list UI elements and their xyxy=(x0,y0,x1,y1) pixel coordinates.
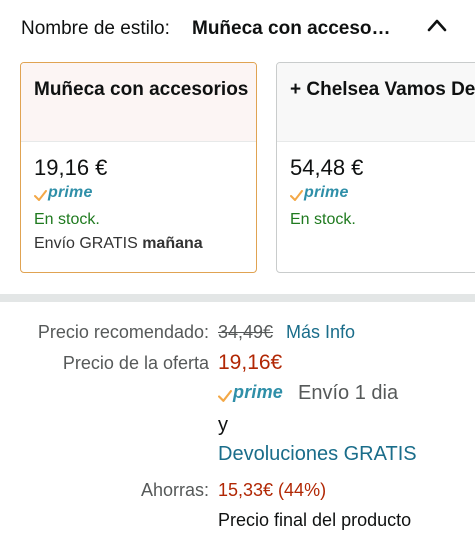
style-selector-value: Muñeca con acceso… xyxy=(192,18,391,39)
style-selector-header[interactable]: Nombre de estilo: Muñeca con acceso… xyxy=(0,0,475,56)
shipping-day: mañana xyxy=(142,235,203,252)
prime-badge: prime xyxy=(218,382,284,403)
final-price-note: Precio final del producto xyxy=(218,510,412,530)
stock-status: En stock. xyxy=(34,211,100,228)
variant-card-selected[interactable]: Muñeca con accesorios 19,16 € prime En s… xyxy=(20,62,257,273)
savings-amount: 15,33€ (44%) xyxy=(218,480,327,500)
deal-price-label: Precio de la oferta xyxy=(62,353,209,373)
chevron-up-icon[interactable] xyxy=(426,16,448,34)
list-price-label: Precio recomendado: xyxy=(37,322,209,342)
stock-status: En stock. xyxy=(290,211,356,228)
more-info-link[interactable]: Más Info xyxy=(286,322,355,343)
free-returns-link[interactable]: Devoluciones GRATIS xyxy=(218,443,417,466)
variant-card-header: + Chelsea Vamos De xyxy=(277,63,475,142)
shipping-info: Envío GRATIS mañana xyxy=(34,235,243,253)
prime-wordmark: prime xyxy=(304,184,349,201)
prime-check-icon xyxy=(34,190,47,201)
prime-badge: prime xyxy=(34,182,93,202)
variant-card[interactable]: + Chelsea Vamos De 54,48 € prime En stoc… xyxy=(276,62,475,273)
shipping-prefix: Envío GRATIS xyxy=(34,235,138,252)
conjunction-text: y xyxy=(218,414,228,436)
variant-price: 54,48 € xyxy=(290,155,364,180)
variant-price: 19,16 € xyxy=(34,155,108,180)
prime-check-icon xyxy=(290,190,303,201)
prime-shipping-text: Envío 1 dia xyxy=(298,382,399,404)
prime-wordmark: prime xyxy=(233,382,284,402)
variant-title: Muñeca con accesorios xyxy=(34,79,249,100)
variant-card-header: Muñeca con accesorios xyxy=(21,63,256,142)
style-selector-label: Nombre de estilo: xyxy=(21,18,170,39)
deal-price: 19,16€ xyxy=(218,351,283,374)
prime-check-icon xyxy=(218,390,232,402)
variant-title: + Chelsea Vamos De xyxy=(290,79,475,100)
savings-label: Ahorras: xyxy=(140,480,209,500)
list-price: 34,49€ xyxy=(218,322,274,342)
section-divider xyxy=(0,294,475,302)
variant-cards: Muñeca con accesorios 19,16 € prime En s… xyxy=(0,62,475,276)
prime-wordmark: prime xyxy=(48,184,93,201)
prime-badge: prime xyxy=(290,182,349,202)
